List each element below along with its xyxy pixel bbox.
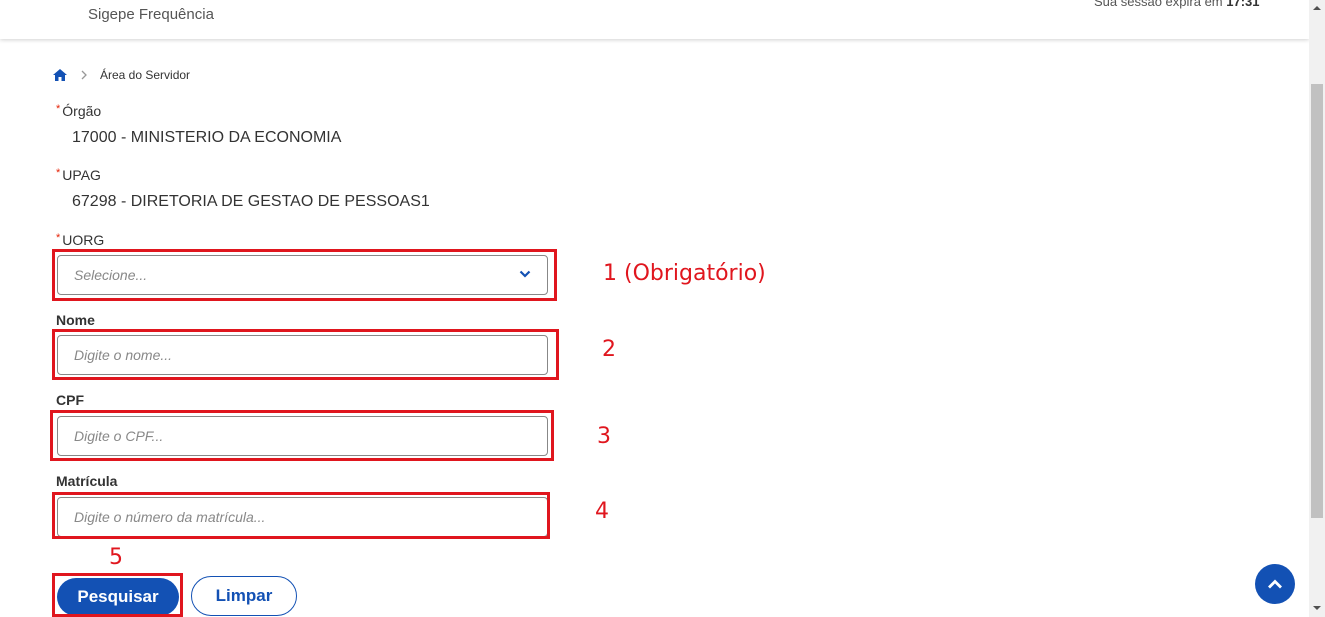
breadcrumb-current: Área do Servidor xyxy=(100,68,191,82)
orgao-value: 17000 - MINISTERIO DA ECONOMIA xyxy=(72,129,342,146)
breadcrumb: Área do Servidor xyxy=(53,67,190,83)
session-time: 17:31 xyxy=(1226,0,1260,9)
back-to-top-button[interactable] xyxy=(1255,564,1295,604)
annotation-label-4: 4 xyxy=(595,499,609,524)
required-mark: * xyxy=(56,103,61,115)
session-timer: Sua sessão expira em 17:31 xyxy=(1094,0,1259,9)
nome-label: Nome xyxy=(56,312,95,328)
required-mark: * xyxy=(56,232,61,244)
chevron-down-icon xyxy=(519,270,531,278)
top-header: Sigepe Frequência Sua sessão expira em 1… xyxy=(0,0,1309,39)
annotation-label-5: 5 xyxy=(109,545,123,570)
uorg-label-text: UORG xyxy=(62,232,105,248)
upag-value: 67298 - DIRETORIA DE GESTAO DE PESSOAS1 xyxy=(72,193,430,210)
annotation-label-1: 1 (Obrigatório) xyxy=(603,261,766,286)
cpf-input[interactable] xyxy=(58,417,547,455)
orgao-label-text: Órgão xyxy=(62,103,102,119)
required-mark: * xyxy=(56,167,61,179)
uorg-label: * UORG xyxy=(56,232,104,248)
home-icon[interactable] xyxy=(53,69,67,81)
nome-input[interactable] xyxy=(58,336,547,374)
uorg-select[interactable]: Selecione... xyxy=(57,255,548,295)
matricula-label: Matrícula xyxy=(56,473,118,489)
search-button[interactable]: Pesquisar xyxy=(57,578,179,616)
orgao-label: * Órgão xyxy=(56,103,101,119)
app-name: Sigepe Frequência xyxy=(88,6,214,23)
annotation-label-3: 3 xyxy=(597,424,611,449)
matricula-input[interactable] xyxy=(58,498,547,536)
cpf-label: CPF xyxy=(56,392,84,408)
annotation-label-2: 2 xyxy=(602,337,616,362)
scroll-up-arrow-icon[interactable] xyxy=(1312,4,1322,12)
scroll-down-arrow-icon[interactable] xyxy=(1312,604,1322,612)
scrollbar-thumb[interactable] xyxy=(1311,84,1323,518)
session-prefix: Sua sessão expira em xyxy=(1094,0,1227,9)
matricula-field-wrapper xyxy=(57,497,548,537)
upag-label-text: UPAG xyxy=(62,167,101,183)
chevron-right-icon xyxy=(81,70,87,80)
uorg-select-placeholder: Selecione... xyxy=(74,267,148,283)
nome-field-wrapper xyxy=(57,335,548,375)
clear-button[interactable]: Limpar xyxy=(191,576,297,616)
cpf-field-wrapper xyxy=(57,416,548,456)
upag-label: * UPAG xyxy=(56,167,101,183)
chevron-up-icon xyxy=(1268,579,1282,589)
